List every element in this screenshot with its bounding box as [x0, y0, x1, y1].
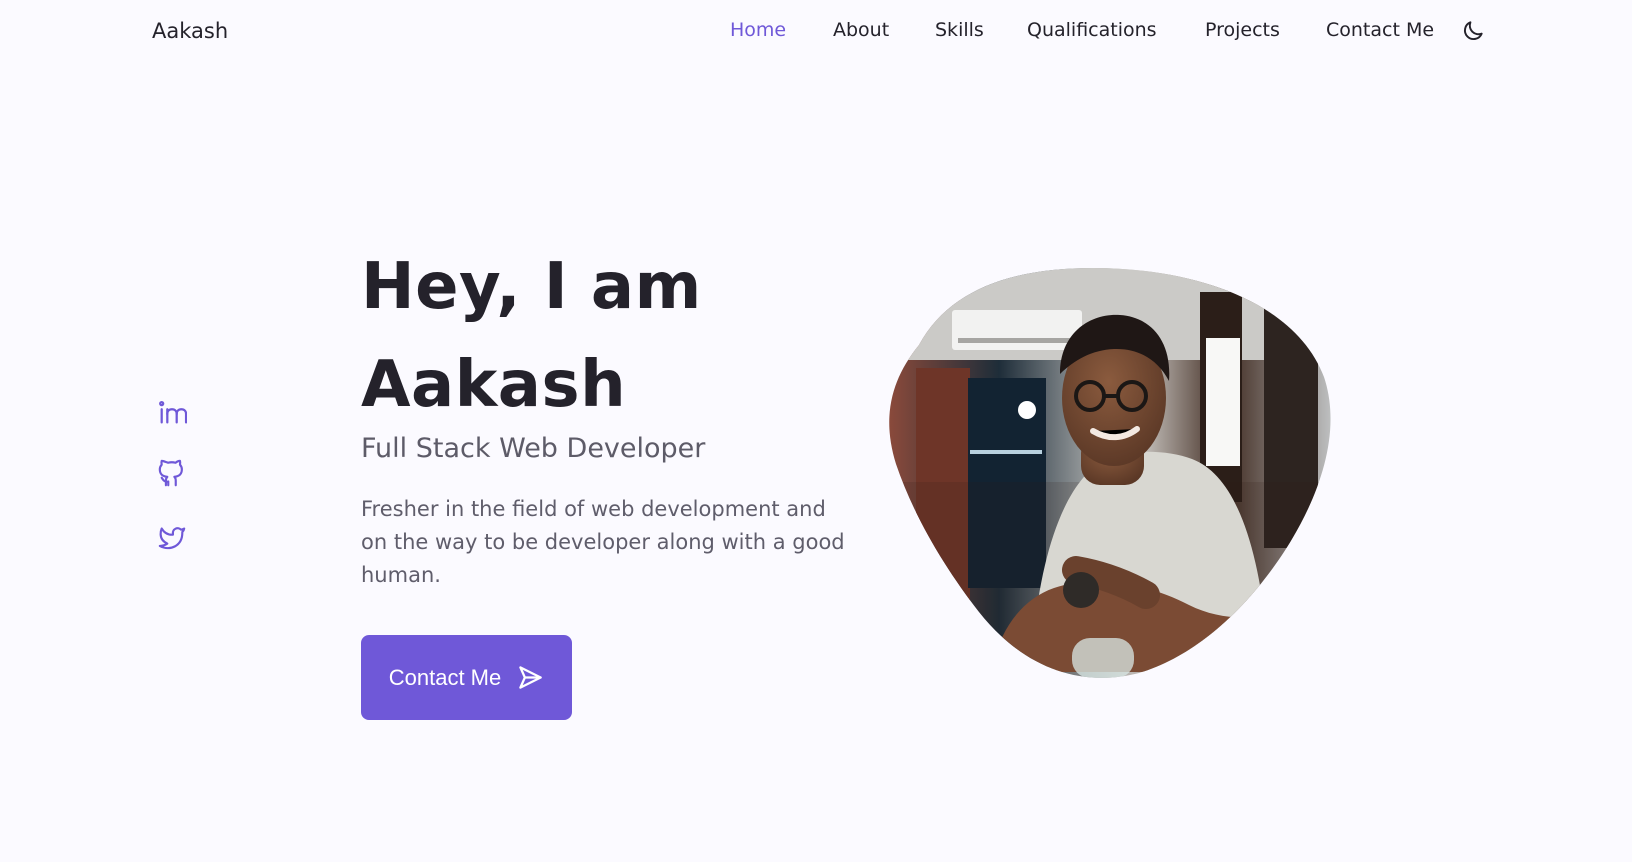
hero-title: Hey, I am Aakash [361, 238, 781, 434]
contact-me-label: Contact Me [388, 664, 502, 690]
send-icon [519, 666, 542, 689]
linkedin-link[interactable] [157, 398, 188, 428]
moon-icon [1463, 21, 1483, 41]
nav-projects-link[interactable]: Projects [1205, 19, 1280, 41]
nav-contact-link[interactable]: Contact Me [1326, 19, 1434, 41]
twitter-link[interactable] [157, 522, 187, 552]
site-logo[interactable]: Aakash [152, 19, 228, 43]
hero-title-line-1: Hey, I am [361, 250, 702, 324]
hero-subtitle: Full Stack Web Developer [361, 433, 706, 464]
nav-about-link[interactable]: About [833, 19, 889, 41]
portfolio-home-page: Aakash Home About Skills Qualifications … [0, 0, 1632, 862]
contact-me-button[interactable]: Contact Me [361, 635, 572, 720]
theme-toggle-button[interactable] [1460, 18, 1486, 44]
github-icon [158, 459, 183, 487]
nav-skills-link[interactable]: Skills [935, 19, 984, 41]
profile-photo [889, 268, 1331, 678]
site-header: Aakash Home About Skills Qualifications … [0, 0, 1632, 64]
nav-home-link[interactable]: Home [730, 19, 786, 41]
linkedin-icon [159, 401, 188, 424]
twitter-icon [158, 527, 186, 550]
hero-title-line-2: Aakash [361, 348, 627, 422]
github-link[interactable] [157, 459, 187, 489]
hero-description: Fresher in the field of web development … [361, 497, 845, 587]
nav-qualifications-link[interactable]: Qualifications [1027, 19, 1157, 41]
